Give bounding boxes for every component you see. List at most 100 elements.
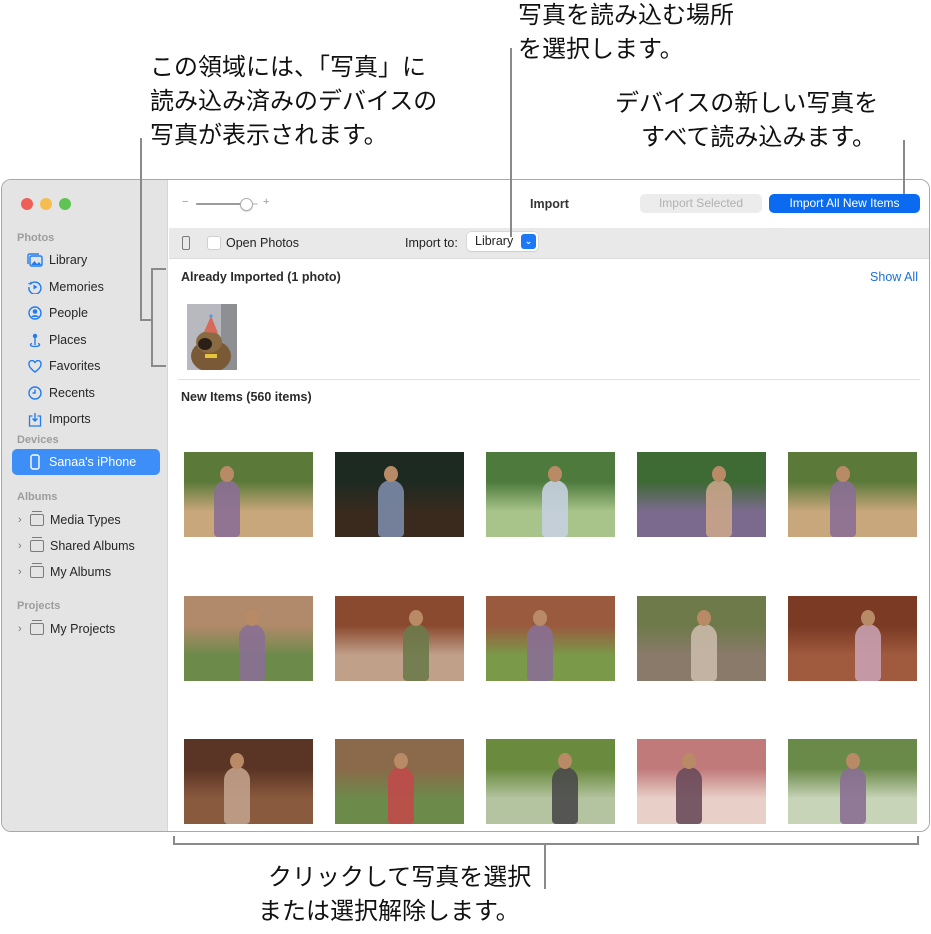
folder-icon <box>30 511 44 526</box>
chevron-right-icon[interactable]: › <box>18 566 28 578</box>
callout-bracket <box>917 836 919 845</box>
sidebar-item-label: Library <box>49 253 88 267</box>
sidebar-item-favorites[interactable]: Favorites <box>12 353 160 379</box>
photo-subject-head <box>384 466 398 482</box>
close-button[interactable] <box>21 198 33 210</box>
new-item-photo[interactable] <box>637 596 766 681</box>
new-item-photo[interactable] <box>788 739 917 824</box>
sidebar-item-people[interactable]: People <box>12 300 160 326</box>
shared-folder-icon <box>30 537 44 552</box>
new-item-photo[interactable] <box>335 596 464 681</box>
toolbar: − + Import Import Selected Import All Ne… <box>169 180 929 228</box>
new-items-title: New Items (560 items) <box>181 390 312 404</box>
photo-subject-head <box>682 753 696 769</box>
folder-icon <box>30 620 44 635</box>
import-all-new-items-button[interactable]: Import All New Items <box>769 194 920 213</box>
new-item-photo[interactable] <box>486 739 615 824</box>
photo-subject <box>691 624 717 681</box>
new-item-photo[interactable] <box>637 452 766 537</box>
photo-subject-head <box>697 610 711 626</box>
sidebar-item-label: Media Types <box>50 513 121 527</box>
chevron-right-icon[interactable]: › <box>18 623 28 635</box>
slider-knob[interactable] <box>239 198 253 211</box>
callout-import-all: デバイスの新しい写真を すべて読み込みます。 <box>615 86 878 154</box>
sidebar-item-media-types[interactable]: › Media Types <box>12 507 160 533</box>
dog-photo-image <box>187 304 237 370</box>
new-item-photo[interactable] <box>335 452 464 537</box>
photo-subject <box>542 480 568 537</box>
photo-subject <box>378 480 404 537</box>
iphone-icon <box>182 236 190 250</box>
chevron-right-icon[interactable]: › <box>18 514 28 526</box>
already-imported-photo[interactable] <box>187 304 237 370</box>
callout-leader-line <box>140 138 142 321</box>
sidebar-item-label: My Projects <box>50 622 116 636</box>
show-all-link[interactable]: Show All <box>870 270 918 284</box>
photo-subject-head <box>558 753 572 769</box>
sidebar: Photos Library Memories People Places Fa… <box>2 180 168 831</box>
sidebar-item-shared-albums[interactable]: › Shared Albums <box>12 533 160 559</box>
chevron-down-icon: ⌄ <box>521 234 536 249</box>
open-photos-label[interactable]: Open Photos <box>226 236 299 250</box>
sidebar-item-label: Imports <box>49 412 91 426</box>
callout-line: クリックして写真を選択 <box>268 863 532 891</box>
callout-line: デバイスの新しい写真を <box>615 89 879 117</box>
callout-line: すべて読み込みます。 <box>641 123 876 151</box>
places-icon <box>27 332 43 348</box>
thumbnail-size-slider[interactable]: − + <box>182 196 272 211</box>
photo-subject-head <box>220 466 234 482</box>
new-item-photo[interactable] <box>637 739 766 824</box>
section-heading-projects: Projects <box>17 600 61 612</box>
slider-track[interactable] <box>196 198 258 211</box>
chevron-right-icon[interactable]: › <box>18 540 28 552</box>
photo-subject <box>403 624 429 681</box>
sidebar-item-recents[interactable]: Recents <box>12 380 160 406</box>
new-item-photo[interactable] <box>486 596 615 681</box>
photo-subject-head <box>836 466 850 482</box>
photo-subject <box>552 767 578 824</box>
sidebar-item-my-albums[interactable]: › My Albums <box>12 559 160 585</box>
people-icon <box>27 305 43 321</box>
sidebar-item-label: Shared Albums <box>50 539 135 553</box>
import-to-value: Library <box>475 234 514 248</box>
open-photos-checkbox[interactable] <box>207 236 221 250</box>
import-to-select[interactable]: Library ⌄ <box>467 232 538 251</box>
sidebar-item-places[interactable]: Places <box>12 327 160 353</box>
callout-import-location: 写真を読み込む場所 を選択します。 <box>518 0 734 66</box>
photo-subject <box>214 480 240 537</box>
import-content: Already Imported (1 photo) Show All New … <box>169 260 929 831</box>
import-selected-button[interactable]: Import Selected <box>640 194 762 213</box>
photo-subject <box>855 624 881 681</box>
new-item-photo[interactable] <box>184 739 313 824</box>
zoom-button[interactable] <box>59 198 71 210</box>
section-heading-photos: Photos <box>17 232 55 244</box>
minimize-button[interactable] <box>40 198 52 210</box>
import-options-bar: Open Photos Import to: Library ⌄ <box>169 228 929 259</box>
new-item-photo[interactable] <box>184 452 313 537</box>
callout-bracket <box>173 836 175 845</box>
slider-fill <box>196 203 246 205</box>
sidebar-item-device-iphone[interactable]: Sanaa's iPhone <box>12 449 160 475</box>
callout-bracket <box>151 268 153 367</box>
new-item-photo[interactable] <box>788 596 917 681</box>
window-controls <box>21 198 71 210</box>
callout-select-photos: クリックして写真を選択 または選択解除します。 <box>258 860 531 928</box>
sidebar-item-imports[interactable]: Imports <box>12 406 160 432</box>
new-item-photo[interactable] <box>788 452 917 537</box>
new-item-photo[interactable] <box>184 596 313 681</box>
sidebar-item-library[interactable]: Library <box>12 247 160 273</box>
photo-subject <box>224 767 250 824</box>
photo-subject <box>527 624 553 681</box>
photo-subject-head <box>533 610 547 626</box>
photo-subject <box>706 480 732 537</box>
photo-subject-head <box>846 753 860 769</box>
callout-line: 写真が表示されます。 <box>150 121 388 149</box>
photo-subject <box>830 480 856 537</box>
sidebar-item-label: Sanaa's iPhone <box>49 455 137 469</box>
new-item-photo[interactable] <box>486 452 615 537</box>
sidebar-item-memories[interactable]: Memories <box>12 274 160 300</box>
callout-already-imported: この領域には、「写真」に 読み込み済みのデバイスの 写真が表示されます。 <box>150 50 437 152</box>
section-heading-devices: Devices <box>17 434 59 446</box>
sidebar-item-my-projects[interactable]: › My Projects <box>12 616 160 642</box>
new-item-photo[interactable] <box>335 739 464 824</box>
